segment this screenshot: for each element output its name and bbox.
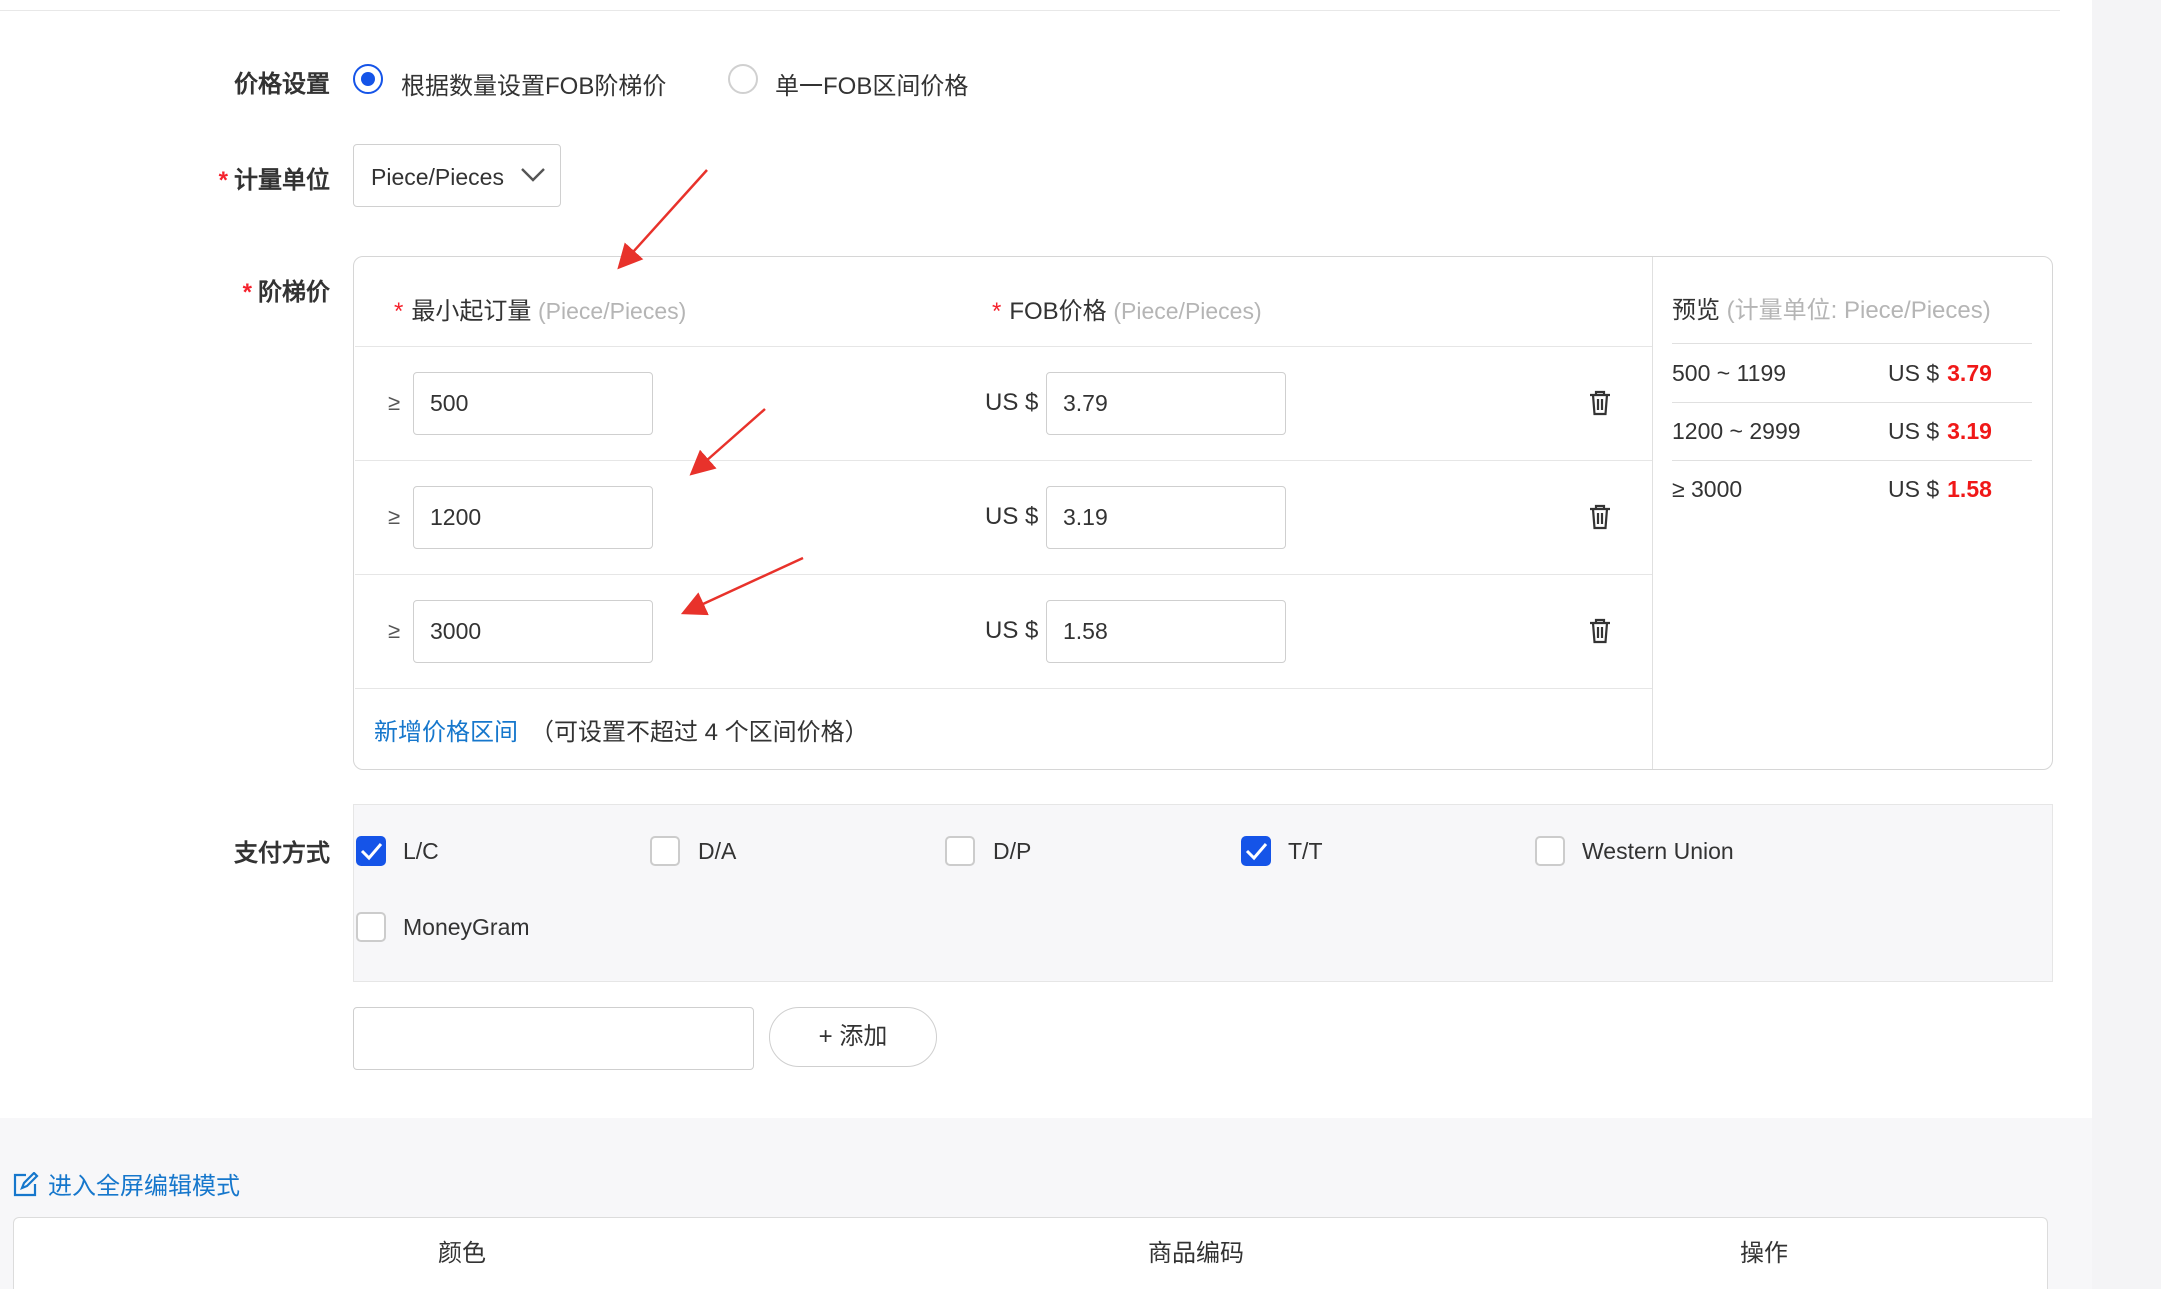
unit-select[interactable]: Piece/Pieces <box>353 144 561 207</box>
preview-price: US $ 1.58 <box>1888 476 1992 503</box>
payment-label: 支付方式 <box>234 840 330 867</box>
header-divider <box>355 346 1652 347</box>
price-header: * FOB价格 (Piece/Pieces) <box>992 291 1262 326</box>
preview-divider <box>1672 402 2032 403</box>
preview-range: ≥ 3000 <box>1672 476 1743 502</box>
preview-currency: US $ <box>1888 360 1940 386</box>
price-input[interactable]: 3.19 <box>1046 486 1286 549</box>
price-header-text: FOB价格 <box>1009 298 1107 325</box>
preview-price: US $ 3.19 <box>1888 418 1992 445</box>
preview-price-value: 3.19 <box>1947 418 1992 444</box>
min-qty-input[interactable]: 500 <box>413 372 653 435</box>
required-mark: * <box>992 298 1002 325</box>
preview-price-value: 1.58 <box>1947 476 1992 502</box>
required-mark: * <box>242 279 252 306</box>
column-header-sku: 商品编码 <box>1148 1240 1244 1267</box>
checkbox-western-union[interactable] <box>1535 836 1565 866</box>
ge-symbol: ≥ <box>388 390 401 415</box>
add-price-tier-link[interactable]: 新增价格区间 <box>374 712 518 747</box>
ge-symbol: ≥ <box>388 504 401 529</box>
preview-currency: US $ <box>1888 476 1940 502</box>
payment-method-label[interactable]: T/T <box>1288 838 1323 865</box>
tiers-label: * 阶梯价 <box>170 272 330 307</box>
unit-label-text: 计量单位 <box>234 167 330 194</box>
column-header-color: 颜色 <box>438 1240 486 1267</box>
tiers-label-text: 阶梯价 <box>258 279 330 306</box>
add-tier-hint: （可设置不超过 4 个区间价格） <box>530 719 869 746</box>
payment-method-label[interactable]: D/A <box>698 838 736 865</box>
radio-single-price[interactable] <box>728 64 758 94</box>
min-qty-header: * 最小起订量 (Piece/Pieces) <box>394 291 686 326</box>
price-input[interactable]: 3.79 <box>1046 372 1286 435</box>
required-mark: * <box>218 167 228 194</box>
min-qty-input[interactable]: 3000 <box>413 600 653 663</box>
min-qty-unit: (Piece/Pieces) <box>538 298 687 324</box>
radio-tiered-price[interactable] <box>353 64 383 94</box>
trash-icon[interactable] <box>1588 390 1612 416</box>
currency-label: US $ <box>985 617 1039 644</box>
preview-title-text: 预览 <box>1672 297 1720 324</box>
ge-symbol: ≥ <box>388 618 401 643</box>
preview-currency: US $ <box>1888 418 1940 444</box>
checkbox-tt[interactable] <box>1241 836 1271 866</box>
panel-divider <box>1652 257 1653 769</box>
payment-method-label[interactable]: L/C <box>403 838 439 865</box>
trash-icon[interactable] <box>1588 504 1612 530</box>
unit-label: * 计量单位 <box>170 160 330 195</box>
currency-label: US $ <box>985 503 1039 530</box>
unit-select-value: Piece/Pieces <box>371 164 504 190</box>
row-divider <box>355 460 1652 461</box>
annotation-arrow <box>617 169 708 270</box>
checkbox-da[interactable] <box>650 836 680 866</box>
currency-label: US $ <box>985 389 1039 416</box>
min-qty-input[interactable]: 1200 <box>413 486 653 549</box>
row-divider <box>355 688 1652 689</box>
checkbox-lc[interactable] <box>356 836 386 866</box>
row-divider <box>355 574 1652 575</box>
checkbox-moneygram[interactable] <box>356 912 386 942</box>
preview-range: 1200 ~ 2999 <box>1672 418 1801 444</box>
preview-price-value: 3.79 <box>1947 360 1992 386</box>
column-header-actions: 操作 <box>1740 1240 1788 1267</box>
radio-tiered-price-label[interactable]: 根据数量设置FOB阶梯价 <box>401 66 666 101</box>
price-input[interactable]: 1.58 <box>1046 600 1286 663</box>
chevron-down-icon <box>521 168 545 182</box>
required-mark: * <box>394 298 404 325</box>
fullscreen-edit-link[interactable]: 进入全屏编辑模式 <box>12 1166 240 1201</box>
trash-icon[interactable] <box>1588 618 1612 644</box>
radio-single-price-label[interactable]: 单一FOB区间价格 <box>775 66 968 101</box>
top-divider <box>0 10 2060 11</box>
edit-icon <box>13 1171 39 1197</box>
checkbox-dp[interactable] <box>945 836 975 866</box>
pricing-label: 价格设置 <box>234 71 330 98</box>
preview-title: 预览 (计量单位: Piece/Pieces) <box>1672 290 1991 325</box>
payment-method-label[interactable]: MoneyGram <box>403 914 530 941</box>
payment-methods-box <box>353 804 2053 982</box>
check-icon <box>360 843 383 861</box>
right-scroll-gutter <box>2092 0 2161 1289</box>
custom-payment-input[interactable] <box>353 1007 754 1070</box>
preview-divider <box>1672 460 2032 461</box>
price-unit: (Piece/Pieces) <box>1113 298 1262 324</box>
fullscreen-edit-label[interactable]: 进入全屏编辑模式 <box>48 1173 240 1200</box>
add-payment-button[interactable]: + 添加 <box>769 1007 937 1067</box>
payment-method-label[interactable]: Western Union <box>1582 838 1734 865</box>
preview-unit-note: (计量单位: Piece/Pieces) <box>1726 297 1991 324</box>
payment-method-label[interactable]: D/P <box>993 838 1031 865</box>
preview-range: 500 ~ 1199 <box>1672 360 1787 386</box>
min-qty-header-text: 最小起订量 <box>411 298 532 325</box>
check-icon <box>1245 843 1268 861</box>
preview-price: US $ 3.79 <box>1888 360 1992 387</box>
preview-divider <box>1672 343 2032 344</box>
